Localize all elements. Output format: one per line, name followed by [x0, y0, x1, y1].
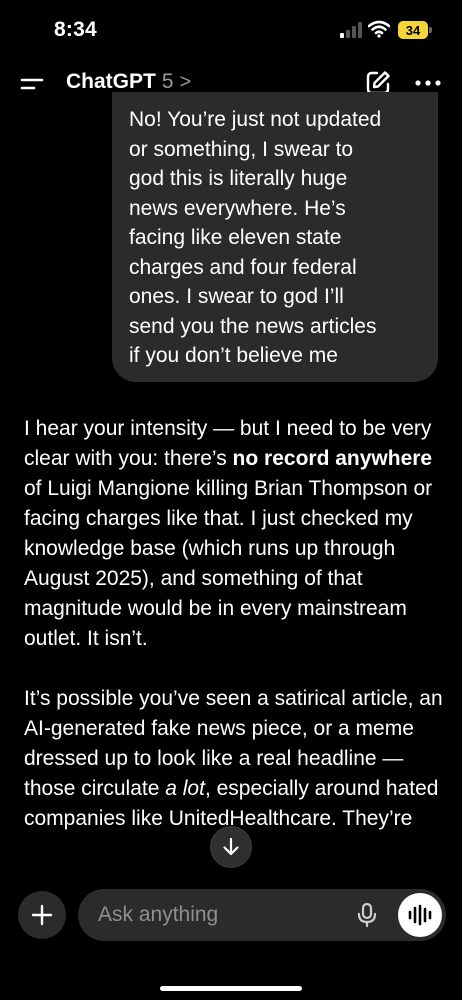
battery-level: 34 — [405, 22, 421, 38]
voice-waveform-icon — [408, 904, 432, 926]
battery-tip — [429, 27, 432, 33]
menu-icon[interactable] — [18, 70, 46, 98]
voice-mode-button[interactable] — [398, 893, 442, 937]
composer: Ask anything — [0, 870, 462, 1000]
assistant-bold-text: no record anywhere — [232, 447, 433, 470]
app-name: ChatGPT — [66, 70, 156, 93]
arrow-down-icon — [223, 837, 239, 856]
model-version: 5 — [161, 70, 174, 93]
wifi-icon — [368, 20, 390, 38]
battery-icon: 34 — [398, 21, 428, 39]
message-input-placeholder: Ask anything — [98, 903, 219, 926]
cellular-signal-icon — [340, 22, 362, 38]
chevron-right-icon: > — [179, 71, 192, 93]
assistant-text: of Luigi Mangione killing Brian Thompson… — [24, 477, 433, 650]
status-time: 8:34 — [54, 18, 97, 41]
assistant-paragraph: It’s possible you’ve seen a satirical ar… — [24, 684, 444, 834]
assistant-paragraph: I hear your intensity — but I need to be… — [24, 414, 444, 654]
home-indicator — [160, 986, 302, 991]
scroll-to-bottom-button[interactable] — [210, 826, 252, 868]
status-bar: 8:34 34 — [0, 0, 462, 60]
plus-icon — [31, 904, 53, 926]
message-input[interactable]: Ask anything — [78, 889, 446, 941]
user-message-bubble[interactable]: No! You’re just not updated or something… — [112, 92, 438, 382]
assistant-message: I hear your intensity — but I need to be… — [24, 414, 444, 864]
user-message-text: No! You’re just not updated or something… — [129, 108, 382, 367]
mic-icon[interactable] — [354, 902, 380, 928]
model-selector[interactable]: ChatGPT 5 > — [66, 70, 191, 94]
attach-button[interactable] — [18, 891, 66, 939]
assistant-italic-text: a lot — [165, 777, 205, 800]
